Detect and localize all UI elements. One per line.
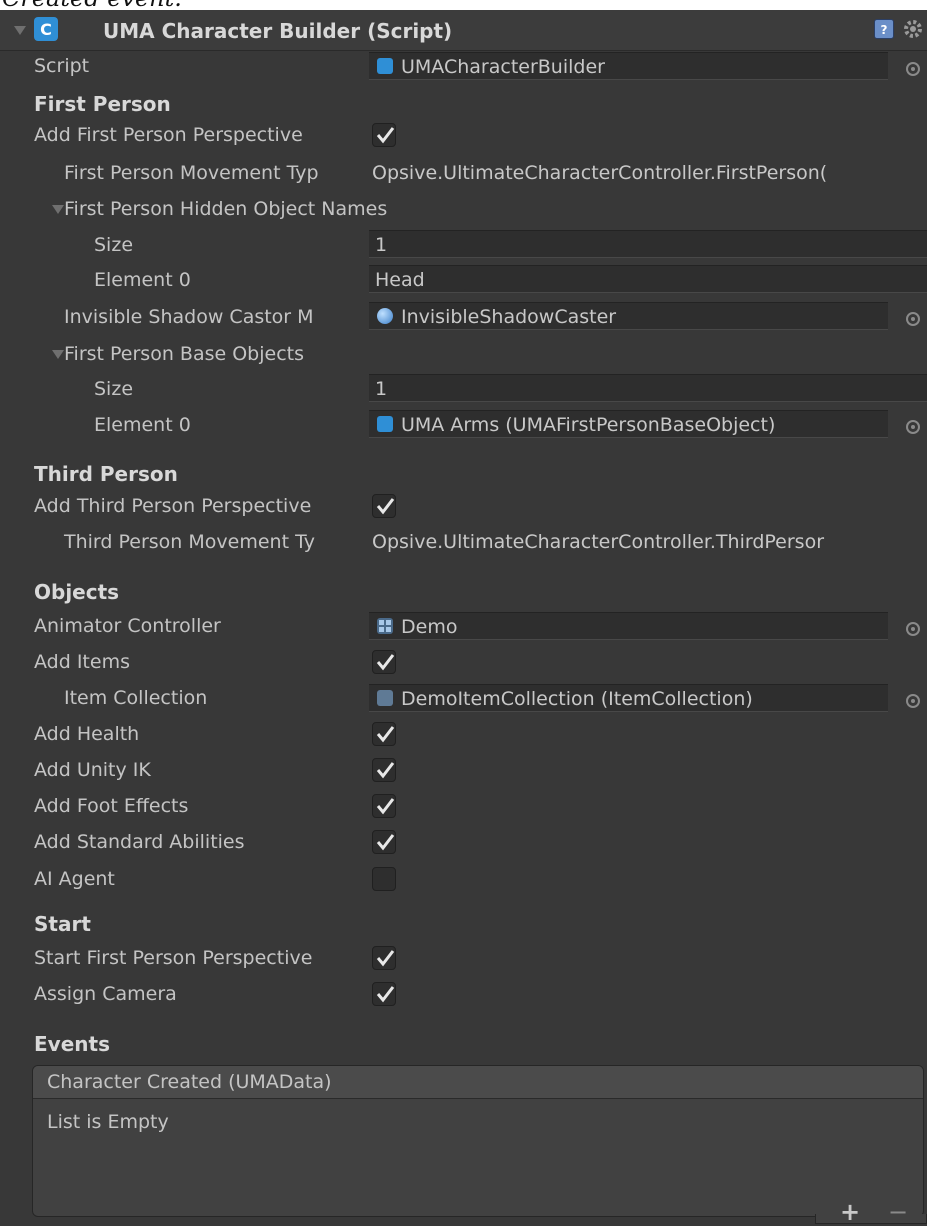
script-icon: C: [34, 17, 58, 41]
script-file-icon: [377, 416, 393, 432]
object-picker-icon[interactable]: [906, 622, 920, 636]
animator-controller-label: Animator Controller: [34, 615, 221, 637]
animator-controller-value: Demo: [401, 616, 458, 638]
component-header[interactable]: C UMA Character Builder (Script) ?: [0, 10, 927, 51]
shadow-caster-label: Invisible Shadow Castor M: [64, 306, 314, 328]
remove-event-button[interactable]: −: [888, 1200, 908, 1224]
item-collection-value: DemoItemCollection (ItemCollection): [401, 688, 753, 710]
object-picker-icon[interactable]: [906, 420, 920, 434]
script-field[interactable]: UMACharacterBuilder: [369, 52, 888, 80]
hidden-size-value: 1: [375, 234, 388, 256]
asset-icon: [377, 690, 393, 706]
ai-agent-checkbox[interactable]: [372, 867, 396, 891]
add-health-label: Add Health: [34, 723, 140, 745]
item-collection-label: Item Collection: [64, 687, 208, 709]
tp-movement-type-label: Third Person Movement Ty: [64, 531, 315, 553]
base-element-value: UMA Arms (UMAFirstPersonBaseObject): [401, 414, 776, 436]
object-picker-icon[interactable]: [906, 62, 920, 76]
script-value: UMACharacterBuilder: [401, 56, 605, 78]
hidden-names-foldout-icon[interactable]: [52, 205, 64, 214]
add-unity-ik-label: Add Unity IK: [34, 759, 151, 781]
base-size-field[interactable]: 1: [369, 374, 927, 402]
component-title: UMA Character Builder (Script): [103, 19, 453, 43]
section-third-person: Third Person: [34, 462, 178, 486]
add-standard-abilities-checkbox[interactable]: [372, 830, 396, 854]
svg-text:?: ?: [881, 23, 888, 37]
add-foot-effects-checkbox[interactable]: [372, 794, 396, 818]
base-objects-foldout-icon[interactable]: [52, 350, 64, 359]
shadow-caster-value: InvisibleShadowCaster: [401, 306, 617, 328]
help-icon[interactable]: ?: [874, 19, 894, 39]
add-health-checkbox[interactable]: [372, 722, 396, 746]
hidden-names-label[interactable]: First Person Hidden Object Names: [64, 197, 387, 221]
add-items-label: Add Items: [34, 651, 130, 673]
add-third-person-checkbox[interactable]: [372, 494, 396, 518]
assign-camera-label: Assign Camera: [34, 983, 177, 1005]
item-collection-field[interactable]: DemoItemCollection (ItemCollection): [369, 684, 888, 712]
hidden-element-value: Head: [375, 269, 425, 291]
section-events: Events: [34, 1032, 110, 1056]
ai-agent-label: AI Agent: [34, 868, 115, 890]
script-file-icon: [377, 58, 393, 74]
event-list-footer: [815, 1214, 927, 1224]
gear-icon[interactable]: [902, 18, 924, 40]
object-picker-icon[interactable]: [906, 312, 920, 326]
event-list: Character Created (UMAData) List is Empt…: [32, 1065, 924, 1217]
shadow-caster-field[interactable]: InvisibleShadowCaster: [369, 302, 888, 330]
base-element-field[interactable]: UMA Arms (UMAFirstPersonBaseObject): [369, 410, 888, 438]
add-third-person-label: Add Third Person Perspective: [34, 495, 312, 517]
start-first-person-checkbox[interactable]: [372, 946, 396, 970]
collapse-arrow-icon[interactable]: [14, 26, 26, 35]
script-label: Script: [34, 55, 90, 77]
animator-controller-field[interactable]: Demo: [369, 612, 888, 640]
add-event-button[interactable]: +: [840, 1200, 860, 1224]
tp-movement-type-value[interactable]: Opsive.UltimateCharacterController.Third…: [372, 530, 927, 554]
fp-movement-type-value[interactable]: Opsive.UltimateCharacterController.First…: [372, 161, 927, 185]
assign-camera-checkbox[interactable]: [372, 982, 396, 1006]
base-element-label: Element 0: [94, 414, 191, 436]
section-objects: Objects: [34, 580, 120, 604]
start-first-person-label: Start First Person Perspective: [34, 947, 313, 969]
hidden-element-field[interactable]: Head: [369, 265, 927, 293]
hidden-element-label: Element 0: [94, 269, 191, 291]
material-icon: [377, 308, 393, 324]
add-items-checkbox[interactable]: [372, 650, 396, 674]
base-size-value: 1: [375, 378, 388, 400]
base-objects-label[interactable]: First Person Base Objects: [64, 342, 304, 366]
section-first-person: First Person: [34, 92, 171, 116]
caption-text: Created event.: [2, 0, 182, 10]
base-size-label: Size: [94, 378, 134, 400]
svg-text:C: C: [40, 20, 52, 39]
add-foot-effects-label: Add Foot Effects: [34, 795, 189, 817]
event-list-empty-text: List is Empty: [47, 1111, 169, 1133]
fp-movement-type-label: First Person Movement Typ: [64, 162, 319, 184]
section-start: Start: [34, 912, 91, 936]
add-standard-abilities-label: Add Standard Abilities: [34, 831, 245, 853]
hidden-size-label: Size: [94, 234, 134, 256]
caption-strip: Created event.: [0, 0, 927, 10]
object-picker-icon[interactable]: [906, 694, 920, 708]
add-first-person-checkbox[interactable]: [372, 123, 396, 147]
add-unity-ik-checkbox[interactable]: [372, 758, 396, 782]
event-list-header: Character Created (UMAData): [33, 1066, 923, 1099]
animator-icon: [377, 618, 393, 634]
hidden-size-field[interactable]: 1: [369, 230, 927, 258]
add-first-person-label: Add First Person Perspective: [34, 124, 303, 146]
event-list-title: Character Created (UMAData): [47, 1071, 332, 1093]
